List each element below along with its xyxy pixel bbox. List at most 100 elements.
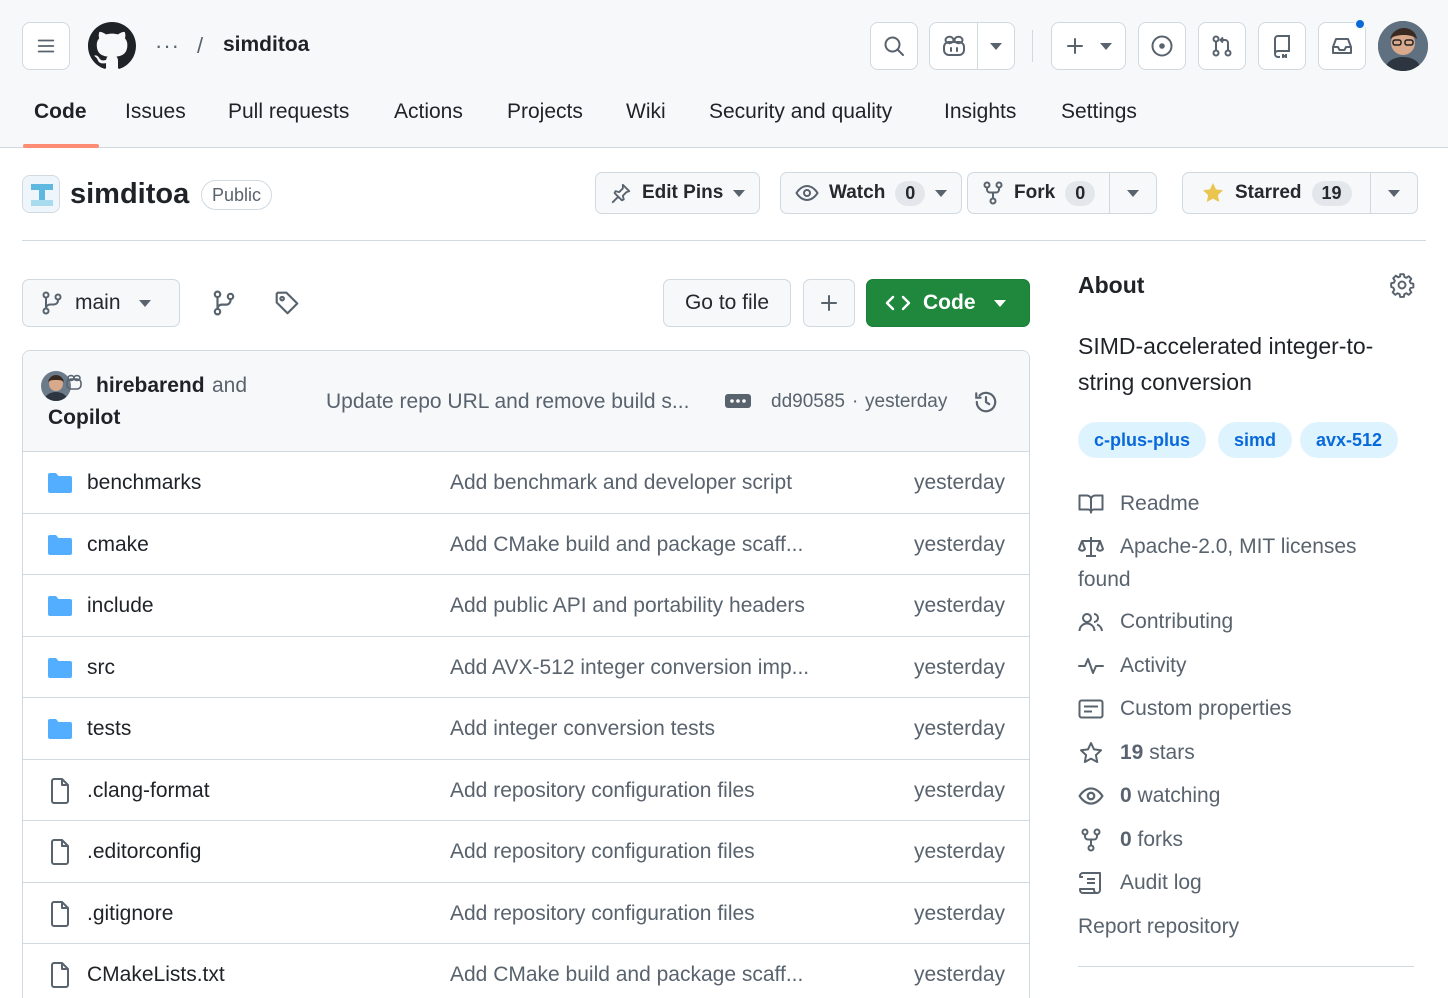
tab-issues[interactable]: Issues — [125, 100, 186, 124]
edit-pins-button[interactable]: Edit Pins — [595, 172, 761, 214]
branch-selector[interactable]: main — [22, 279, 180, 327]
topic-c-plus-plus[interactable]: c-plus-plus — [1078, 422, 1207, 458]
file-row-tests[interactable]: tests Add integer conversion tests yeste… — [23, 698, 1029, 760]
issues-button[interactable] — [1138, 22, 1186, 70]
create-new-button[interactable] — [1051, 22, 1126, 70]
file-commit-message[interactable]: Add public API and portability headers — [450, 594, 805, 618]
add-file-button[interactable] — [803, 279, 855, 327]
breadcrumb-repo[interactable]: simditoa — [223, 33, 309, 57]
file-row-editorconfig[interactable]: .editorconfig Add repository configurati… — [23, 821, 1029, 883]
issue-opened-icon — [1150, 34, 1174, 58]
file-row-cmakelists[interactable]: CMakeLists.txt Add CMake build and packa… — [23, 944, 1029, 998]
commit-coauthor[interactable]: Copilot — [48, 406, 120, 430]
contributing-link[interactable]: Contributing — [1078, 610, 1233, 634]
custom-properties-link[interactable]: Custom properties — [1078, 697, 1292, 721]
star-button[interactable]: Starred 19 — [1182, 172, 1418, 214]
search-button[interactable] — [870, 22, 918, 70]
tab-wiki[interactable]: Wiki — [626, 100, 666, 124]
branches-icon[interactable] — [212, 290, 236, 316]
file-commit-message[interactable]: Add CMake build and package scaff... — [450, 533, 803, 557]
go-to-file-button[interactable]: Go to file — [663, 279, 791, 327]
report-repository-link[interactable]: Report repository — [1078, 915, 1239, 939]
file-row-include[interactable]: include Add public API and portability h… — [23, 575, 1029, 637]
file-commit-message[interactable]: Add repository configuration files — [450, 779, 755, 803]
fork-button[interactable]: Fork 0 — [967, 172, 1158, 214]
history-icon[interactable] — [973, 389, 999, 415]
license-label-continued[interactable]: found — [1078, 568, 1131, 592]
code-button[interactable]: Code — [866, 279, 1030, 327]
file-name[interactable]: tests — [87, 717, 131, 741]
file-name[interactable]: .editorconfig — [87, 840, 201, 864]
ellipsis-icon[interactable] — [725, 394, 751, 408]
tab-pull-requests[interactable]: Pull requests — [228, 100, 349, 124]
tag-icon[interactable] — [274, 290, 300, 316]
watching-link[interactable]: 0 watching — [1078, 784, 1220, 808]
copilot-icon[interactable] — [930, 23, 977, 69]
file-time: yesterday — [913, 471, 1005, 494]
file-commit-message[interactable]: Add benchmark and developer script — [450, 471, 792, 495]
file-icon — [50, 900, 70, 927]
file-name[interactable]: .clang-format — [87, 779, 210, 803]
commit-hash[interactable]: dd90585 — [771, 391, 845, 413]
file-commit-message[interactable]: Add repository configuration files — [450, 902, 755, 926]
file-commit-message[interactable]: Add integer conversion tests — [450, 717, 715, 741]
file-name[interactable]: src — [87, 656, 115, 680]
file-list: hirebarend and Copilot Update repo URL a… — [22, 350, 1030, 998]
tab-security-and-quality[interactable]: Security and quality — [709, 100, 892, 124]
file-commit-message[interactable]: Add CMake build and package scaff... — [450, 963, 803, 987]
copilot-button[interactable] — [929, 22, 1015, 70]
file-row-benchmarks[interactable]: benchmarks Add benchmark and developer s… — [23, 452, 1029, 514]
gear-icon[interactable] — [1389, 272, 1415, 298]
file-name[interactable]: .gitignore — [87, 902, 173, 926]
audit-log-link[interactable]: Audit log — [1078, 871, 1202, 895]
commit-message[interactable]: Update repo URL and remove build s... — [326, 390, 689, 414]
file-name[interactable]: CMakeLists.txt — [87, 963, 225, 987]
header-divider — [1032, 30, 1033, 62]
go-to-file-label: Go to file — [684, 291, 770, 314]
avatar[interactable] — [1378, 21, 1428, 71]
file-row-gitignore[interactable]: .gitignore Add repository configuration … — [23, 883, 1029, 944]
tab-settings[interactable]: Settings — [1061, 100, 1137, 124]
readme-link[interactable]: Readme — [1078, 492, 1199, 516]
file-row-clang-format[interactable]: .clang-format Add repository configurati… — [23, 760, 1029, 821]
watching-count: 0 — [1120, 784, 1132, 807]
tab-projects[interactable]: Projects — [507, 100, 583, 124]
file-row-src[interactable]: src Add AVX-512 integer conversion imp..… — [23, 637, 1029, 698]
github-logo-icon[interactable] — [88, 22, 136, 70]
file-name[interactable]: cmake — [87, 533, 149, 557]
activity-link[interactable]: Activity — [1078, 654, 1187, 678]
commit-author[interactable]: hirebarend — [96, 374, 205, 398]
forks-link[interactable]: 0 forks — [1078, 828, 1183, 852]
file-commit-message[interactable]: Add repository configuration files — [450, 840, 755, 864]
stars-count: 19 — [1120, 741, 1144, 764]
repo-title[interactable]: simditoa — [70, 178, 189, 211]
file-commit-message[interactable]: Add AVX-512 integer conversion imp... — [450, 656, 809, 680]
menu-button[interactable] — [22, 22, 70, 70]
file-name[interactable]: benchmarks — [87, 471, 201, 495]
license-link[interactable]: Apache-2.0, MIT licenses — [1078, 535, 1357, 559]
chevron-down-icon — [733, 189, 746, 197]
pull-requests-button[interactable] — [1198, 22, 1246, 70]
file-name[interactable]: include — [87, 594, 154, 618]
topic-avx-512[interactable]: avx-512 — [1300, 422, 1399, 458]
breadcrumb-overflow[interactable]: ··· — [155, 33, 180, 59]
topic-simd[interactable]: simd — [1218, 422, 1293, 458]
tab-actions[interactable]: Actions — [394, 100, 463, 124]
copilot-dropdown[interactable] — [977, 23, 1014, 69]
git-pull-request-icon — [1210, 34, 1234, 58]
watch-button[interactable]: Watch 0 — [780, 172, 963, 214]
fork-dropdown[interactable] — [1109, 173, 1156, 213]
repositories-button[interactable] — [1258, 22, 1306, 70]
file-row-cmake[interactable]: cmake Add CMake build and package scaff.… — [23, 514, 1029, 575]
tab-insights[interactable]: Insights — [944, 100, 1016, 124]
visibility-badge: Public — [201, 180, 273, 210]
star-dropdown[interactable] — [1369, 173, 1417, 213]
stars-link[interactable]: 19 stars — [1078, 741, 1195, 765]
stars-label: stars — [1149, 741, 1195, 764]
global-header: ··· / simditoa Code Issues Pull requests… — [0, 0, 1448, 148]
commit-and: and — [212, 374, 248, 397]
notification-dot — [1354, 18, 1366, 30]
tab-code[interactable]: Code — [34, 100, 87, 124]
activity-label: Activity — [1120, 654, 1187, 677]
file-time: yesterday — [913, 532, 1005, 556]
